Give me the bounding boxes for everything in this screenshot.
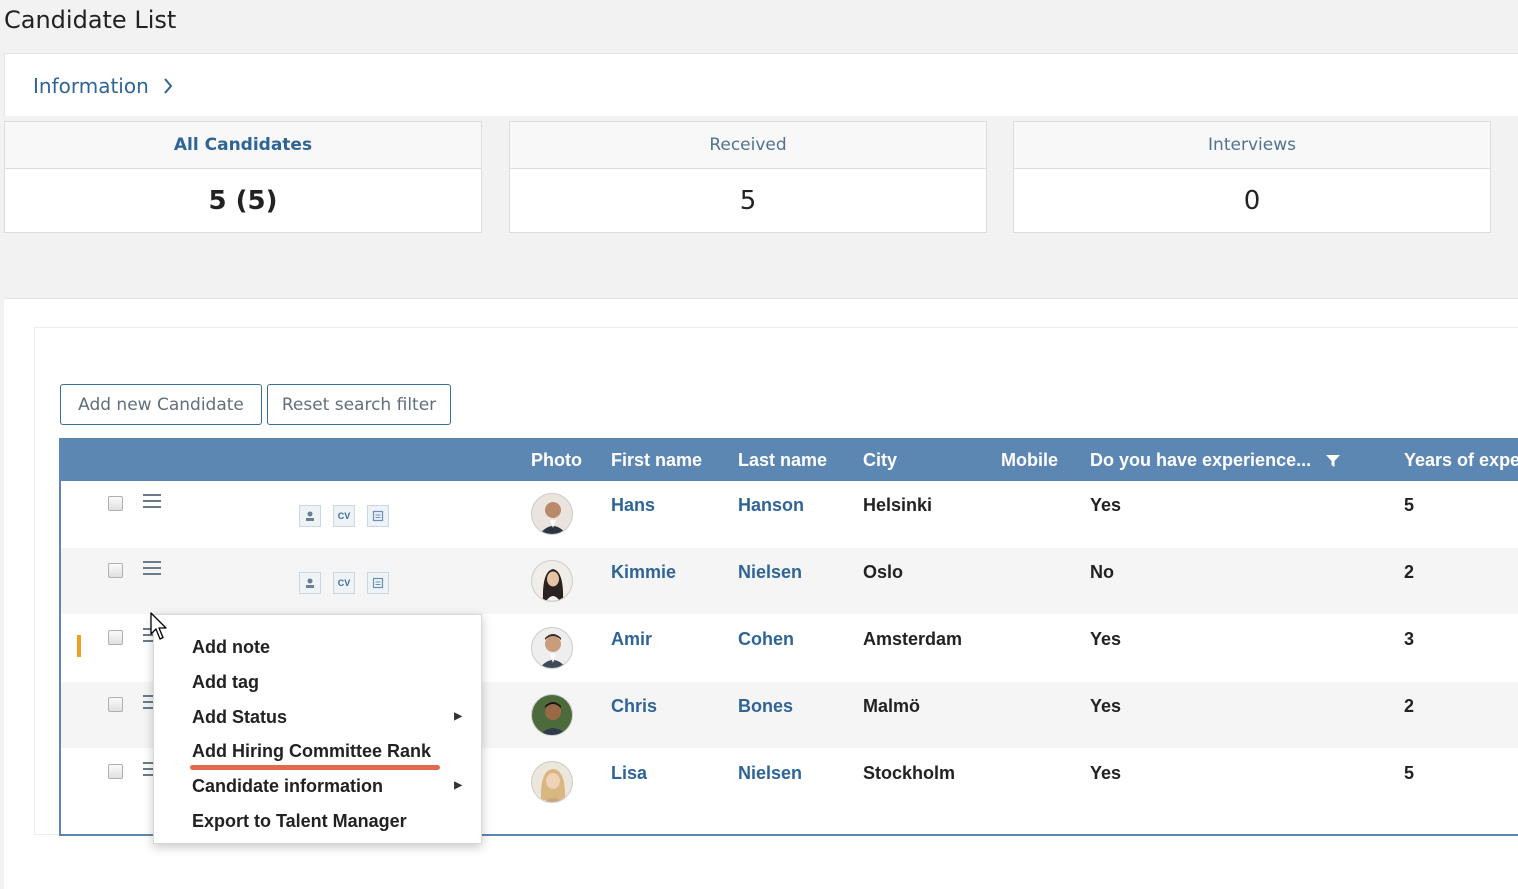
- table-row[interactable]: CV Hans Hanson Helsinki Yes 5: [61, 481, 1518, 547]
- row-checkbox[interactable]: [108, 630, 123, 645]
- years-cell: 2: [1404, 696, 1415, 716]
- filter-icon[interactable]: [1326, 454, 1341, 468]
- add-new-candidate-button[interactable]: Add new Candidate: [60, 384, 262, 425]
- experience-cell: Yes: [1090, 763, 1122, 783]
- avatar[interactable]: [531, 761, 573, 803]
- row-document-icons: CV: [299, 505, 389, 527]
- years-cell: 3: [1404, 629, 1415, 649]
- menu-item-add-status[interactable]: Add Status ▶: [192, 707, 472, 728]
- avatar[interactable]: [531, 560, 573, 602]
- city-cell: Amsterdam: [863, 629, 963, 649]
- page-title: Candidate List: [4, 6, 177, 34]
- row-checkbox[interactable]: [108, 496, 123, 511]
- last-name-link[interactable]: Cohen: [738, 629, 794, 650]
- submenu-arrow-icon: ▶: [454, 780, 462, 791]
- profile-icon[interactable]: [299, 505, 321, 527]
- avatar[interactable]: [531, 627, 573, 669]
- menu-item-add-tag[interactable]: Add tag: [192, 672, 259, 693]
- header-city[interactable]: City: [863, 440, 897, 481]
- city-cell: Stockholm: [863, 763, 956, 783]
- experience-cell: Yes: [1090, 629, 1122, 649]
- row-checkbox[interactable]: [108, 697, 123, 712]
- row-document-icons: CV: [299, 572, 389, 594]
- cv-icon[interactable]: CV: [333, 572, 355, 594]
- chevron-right-icon: [164, 78, 173, 94]
- header-last-name[interactable]: Last name: [738, 440, 827, 481]
- experience-cell: Yes: [1090, 495, 1122, 515]
- last-name-link[interactable]: Nielsen: [738, 562, 802, 583]
- last-name-link[interactable]: Bones: [738, 696, 793, 717]
- row-checkbox[interactable]: [108, 563, 123, 578]
- profile-icon[interactable]: [299, 572, 321, 594]
- header-first-name[interactable]: First name: [611, 440, 702, 481]
- header-mobile[interactable]: Mobile: [1001, 440, 1058, 481]
- information-label: Information: [33, 74, 149, 98]
- header-experience[interactable]: Do you have experience...: [1090, 440, 1341, 481]
- first-name-link[interactable]: Hans: [611, 495, 655, 516]
- row-marker: [77, 635, 81, 657]
- row-menu-icon[interactable]: [143, 561, 161, 577]
- first-name-link[interactable]: Amir: [611, 629, 652, 650]
- avatar[interactable]: [531, 493, 573, 535]
- first-name-link[interactable]: Lisa: [611, 763, 647, 784]
- stat-label: Received: [510, 122, 986, 169]
- row-context-menu: Add note Add tag Add Status ▶ Add Hiring…: [153, 614, 482, 844]
- stat-card-all-candidates[interactable]: All Candidates 5 (5): [4, 121, 482, 233]
- experience-cell: No: [1090, 562, 1114, 582]
- submenu-arrow-icon: ▶: [454, 711, 462, 722]
- header-photo[interactable]: Photo: [531, 440, 582, 481]
- stat-card-received[interactable]: Received 5: [509, 121, 987, 233]
- stat-card-interviews[interactable]: Interviews 0: [1013, 121, 1491, 233]
- header-years-of-experience[interactable]: Years of expe: [1404, 440, 1518, 481]
- menu-item-add-note[interactable]: Add note: [192, 637, 270, 658]
- information-link[interactable]: Information: [33, 74, 173, 98]
- cv-icon[interactable]: CV: [333, 505, 355, 527]
- row-checkbox[interactable]: [108, 764, 123, 779]
- mouse-cursor-icon: [150, 612, 167, 640]
- document-icon[interactable]: [367, 505, 389, 527]
- last-name-link[interactable]: Nielsen: [738, 763, 802, 784]
- stat-value: 0: [1243, 185, 1261, 216]
- grid-header: Photo First name Last name City Mobile D…: [61, 440, 1518, 481]
- table-row[interactable]: CV Kimmie Nielsen Oslo No 2: [61, 548, 1518, 614]
- stat-label: Interviews: [1014, 122, 1490, 169]
- city-cell: Oslo: [863, 562, 904, 582]
- document-icon[interactable]: [367, 572, 389, 594]
- highlight-underline: [190, 765, 440, 770]
- years-cell: 2: [1404, 562, 1415, 582]
- menu-item-label: Candidate information: [192, 776, 384, 796]
- header-experience-label: Do you have experience...: [1090, 450, 1312, 470]
- row-menu-icon[interactable]: [143, 494, 161, 510]
- first-name-link[interactable]: Chris: [611, 696, 657, 717]
- last-name-link[interactable]: Hanson: [738, 495, 804, 516]
- stat-value: 5 (5): [208, 185, 278, 216]
- information-bar: Information: [4, 53, 1518, 116]
- experience-cell: Yes: [1090, 696, 1122, 716]
- years-cell: 5: [1404, 495, 1415, 515]
- years-cell: 5: [1404, 763, 1415, 783]
- reset-search-filter-button[interactable]: Reset search filter: [267, 384, 451, 425]
- first-name-link[interactable]: Kimmie: [611, 562, 676, 583]
- menu-item-candidate-information[interactable]: Candidate information ▶: [192, 776, 472, 797]
- city-cell: Helsinki: [863, 495, 933, 515]
- menu-item-export-to-talent-manager[interactable]: Export to Talent Manager: [192, 811, 407, 832]
- stat-value: 5: [739, 185, 757, 216]
- menu-item-label: Add Status: [192, 707, 288, 727]
- menu-item-add-hiring-committee-rank[interactable]: Add Hiring Committee Rank: [192, 741, 431, 762]
- avatar[interactable]: [531, 694, 573, 736]
- stat-label: All Candidates: [5, 122, 481, 169]
- city-cell: Malmö: [863, 696, 921, 716]
